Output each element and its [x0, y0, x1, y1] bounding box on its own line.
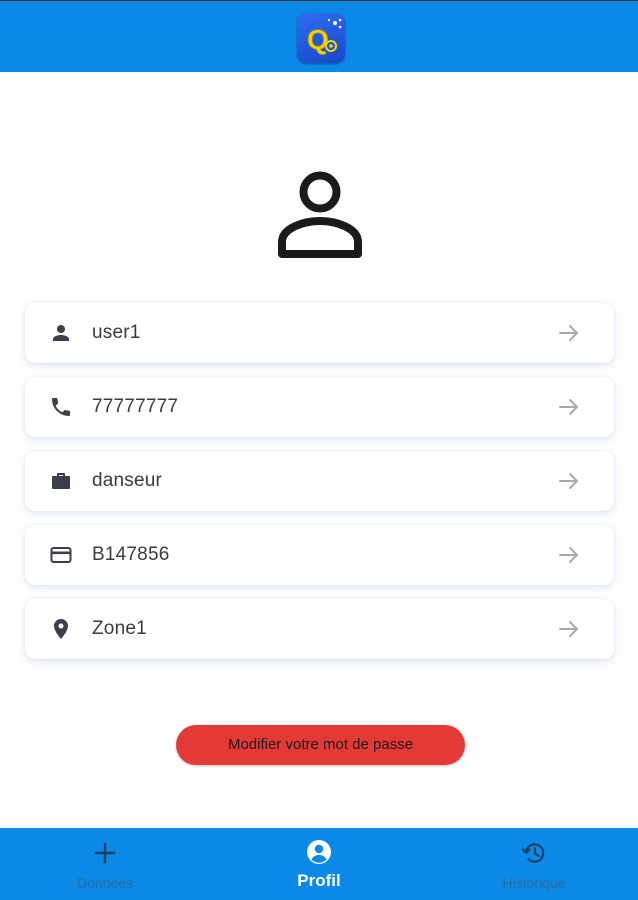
- nav-label-donnees: Données: [76, 875, 134, 891]
- plus-icon: [94, 842, 116, 864]
- arrow-right-icon[interactable]: [557, 469, 581, 493]
- phone-value: 77777777: [92, 396, 179, 417]
- profile-field-zone[interactable]: Zone1: [25, 599, 614, 659]
- change-password-button[interactable]: Modifier votre mot de passe: [176, 725, 465, 765]
- arrow-right-icon[interactable]: [557, 617, 581, 641]
- username-value: user1: [92, 322, 141, 343]
- top-app-bar: Q: [0, 0, 638, 72]
- profile-field-job[interactable]: danseur: [25, 451, 614, 511]
- history-icon: [521, 843, 545, 863]
- profile-field-card-id[interactable]: B147856: [25, 525, 614, 585]
- card-id-value: B147856: [92, 544, 170, 565]
- app-logo-icon: Q: [297, 13, 345, 63]
- arrow-right-icon[interactable]: [557, 321, 581, 345]
- credit-card-icon: [50, 547, 72, 563]
- zone-value: Zone1: [92, 618, 147, 639]
- location-pin-icon: [54, 619, 68, 639]
- nav-label-profil: Profil: [297, 871, 341, 890]
- phone-icon: [52, 398, 70, 416]
- nav-label-historique: Historique: [502, 875, 566, 891]
- job-value: danseur: [92, 470, 163, 491]
- svg-text:Q: Q: [307, 24, 329, 55]
- nav-item-profil[interactable]: Profil: [269, 828, 369, 900]
- person-outline-icon: [278, 171, 362, 258]
- profile-field-username[interactable]: user1: [25, 303, 614, 363]
- nav-item-historique[interactable]: Historique: [484, 828, 584, 900]
- arrow-right-icon[interactable]: [557, 543, 581, 567]
- nav-item-donnees[interactable]: Données: [55, 828, 155, 900]
- profile-field-phone[interactable]: 77777777: [25, 377, 614, 437]
- arrow-right-icon[interactable]: [557, 395, 581, 419]
- briefcase-icon: [52, 473, 70, 489]
- bottom-navigation: Données Profil Historique: [0, 828, 638, 900]
- person-icon: [53, 325, 69, 341]
- account-circle-icon: [307, 840, 331, 864]
